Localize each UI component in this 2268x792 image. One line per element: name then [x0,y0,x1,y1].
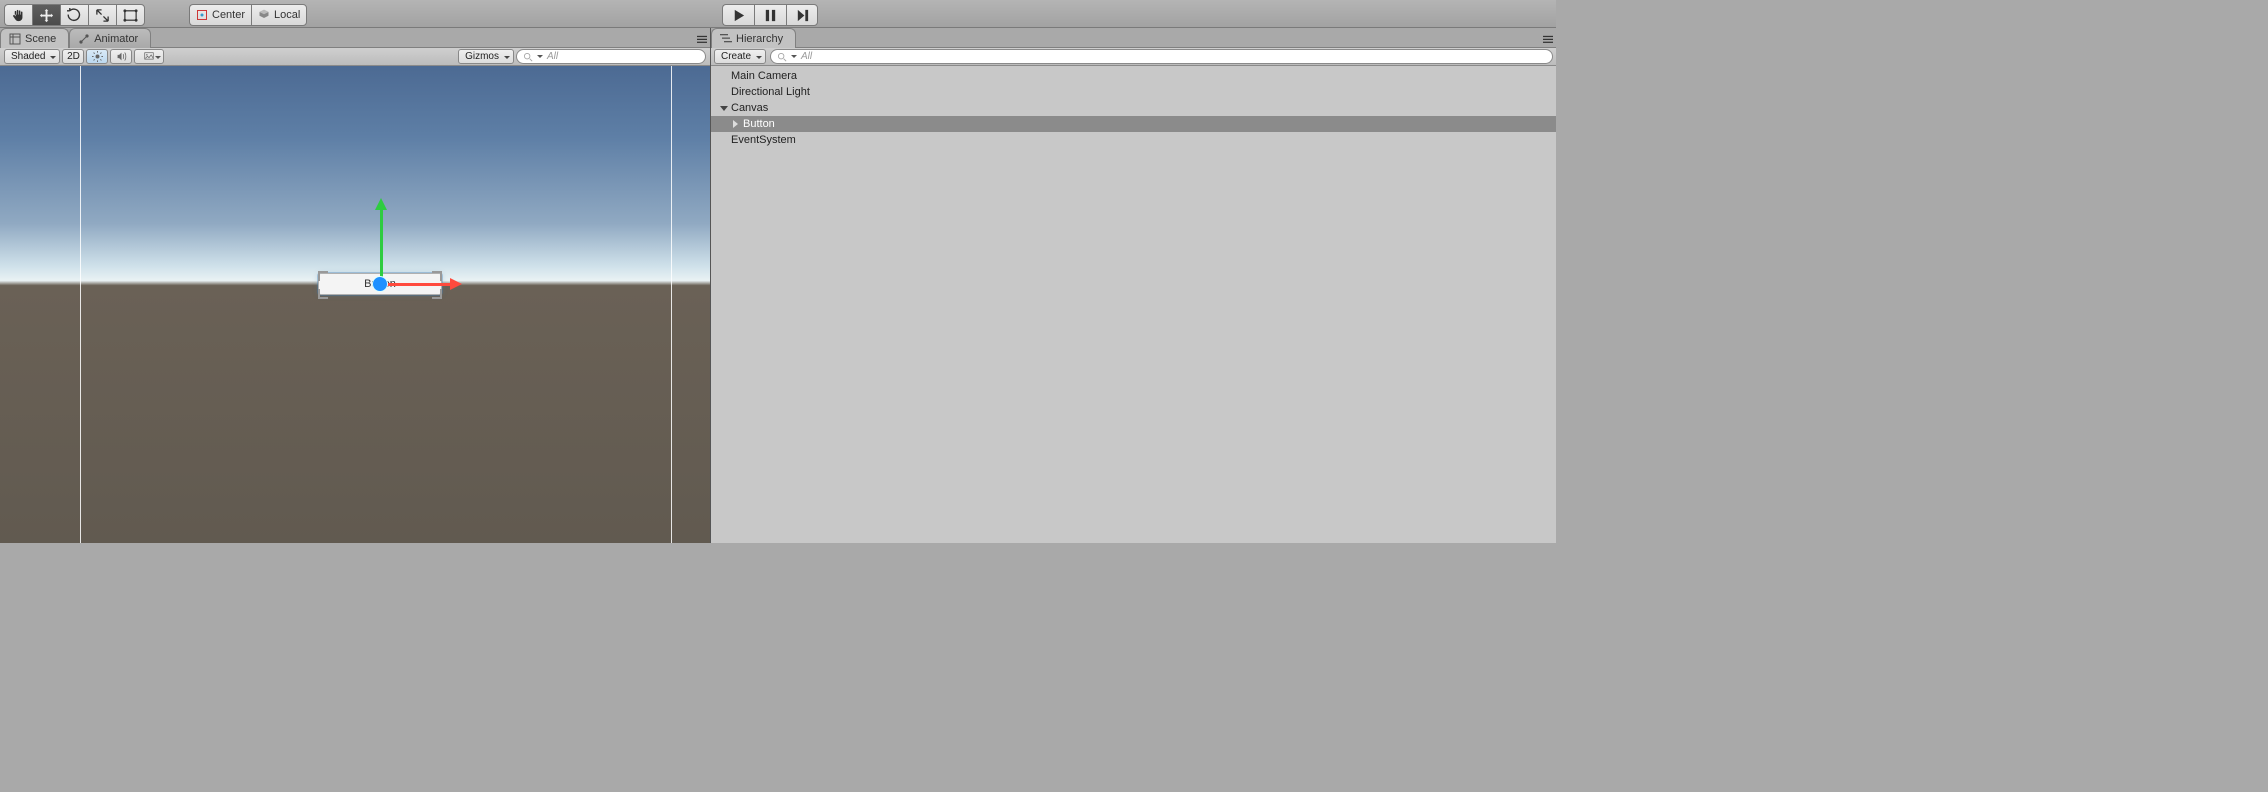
play-icon [731,8,746,23]
image-icon [143,52,155,62]
pivot-mode-toggle[interactable]: Center [189,4,251,26]
scene-panel-options[interactable] [694,33,710,47]
canvas-outline [80,66,672,543]
toggle-lighting[interactable] [86,49,108,64]
pivot-group: Center Local [189,4,307,26]
search-icon [777,52,787,62]
scene-ui-button-label: Button [364,278,396,290]
move-icon [39,8,54,23]
gizmo-y-axis[interactable] [375,192,387,210]
scene-tab-strip: Scene Animator [0,28,710,48]
playback-group [722,4,818,26]
pivot-space-toggle[interactable]: Local [251,4,307,26]
shading-mode-label: Shaded [11,51,45,62]
gizmos-label: Gizmos [465,51,499,62]
transform-tool-group [4,4,145,26]
hierarchy-item-label: Main Camera [731,70,797,82]
main-toolbar: Center Local [0,0,1556,28]
hierarchy-tree[interactable]: Main Camera Directional Light Canvas Button… [711,66,1556,543]
scale-tool-button[interactable] [88,4,116,26]
rotate-icon [67,8,82,23]
hierarchy-item-label: Canvas [731,102,768,114]
step-button[interactable] [786,4,818,26]
expander-icon[interactable] [719,104,729,113]
toggle-2d[interactable]: 2D [62,49,84,64]
scale-icon [95,8,110,23]
expander-icon[interactable] [731,120,741,128]
rect-tool-button[interactable] [116,4,145,26]
pivot-mode-label: Center [212,9,245,21]
tab-scene[interactable]: Scene [0,28,69,48]
hierarchy-item[interactable]: Directional Light [711,84,1556,100]
hierarchy-item-label: Button [743,118,775,130]
search-icon [523,52,533,62]
hierarchy-create-label: Create [721,51,751,62]
panels-row: Scene Animator Shaded 2D [0,28,1556,543]
hierarchy-panel: Hierarchy Create All Main Camera Directio… [711,28,1556,543]
tab-animator[interactable]: Animator [69,28,151,48]
toggle-audio[interactable] [110,49,132,64]
hierarchy-item[interactable]: Main Camera [711,68,1556,84]
gizmo-x-axis[interactable] [450,278,468,290]
center-icon [196,9,208,21]
hierarchy-tab-icon [720,33,732,45]
scene-viewport[interactable]: Button [0,66,710,543]
sun-icon [92,51,103,62]
hand-icon [11,8,26,23]
hierarchy-panel-options[interactable] [1540,33,1556,47]
tab-animator-label: Animator [94,33,138,45]
hierarchy-item-label: Directional Light [731,86,810,98]
search-filter-caret [791,55,797,61]
options-icon [696,35,708,45]
hierarchy-item[interactable]: Canvas [711,100,1556,116]
tab-hierarchy[interactable]: Hierarchy [711,28,796,48]
scene-search[interactable]: All [516,49,706,64]
animator-tab-icon [78,33,90,45]
move-tool-button[interactable] [32,4,60,26]
options-icon [1542,35,1554,45]
pivot-space-label: Local [274,9,300,21]
gizmos-dropdown[interactable]: Gizmos [458,49,514,64]
scene-search-placeholder: All [547,51,558,62]
hand-tool-button[interactable] [4,4,32,26]
hierarchy-item[interactable]: Button [711,116,1556,132]
tab-hierarchy-label: Hierarchy [736,33,783,45]
play-button[interactable] [722,4,754,26]
hierarchy-create-dropdown[interactable]: Create [714,49,766,64]
hierarchy-toolbar: Create All [711,48,1556,66]
step-icon [795,8,810,23]
fx-dropdown[interactable] [134,49,164,64]
hierarchy-item-label: EventSystem [731,134,796,146]
shading-mode-dropdown[interactable]: Shaded [4,49,60,64]
audio-icon [116,51,127,62]
rect-icon [123,8,138,23]
hierarchy-search[interactable]: All [770,49,1553,64]
tab-scene-label: Scene [25,33,56,45]
toggle-2d-label: 2D [67,51,80,62]
search-filter-caret [537,55,543,61]
hierarchy-tab-strip: Hierarchy [711,28,1556,48]
hierarchy-search-placeholder: All [801,51,812,62]
pause-icon [763,8,778,23]
pause-button[interactable] [754,4,786,26]
scene-ui-button[interactable]: Button [318,273,442,295]
scene-tab-icon [9,33,21,45]
scene-panel: Scene Animator Shaded 2D [0,28,711,543]
local-icon [258,9,270,21]
scene-toolbar: Shaded 2D Gizmos All [0,48,710,66]
rotate-tool-button[interactable] [60,4,88,26]
hierarchy-item[interactable]: EventSystem [711,132,1556,148]
